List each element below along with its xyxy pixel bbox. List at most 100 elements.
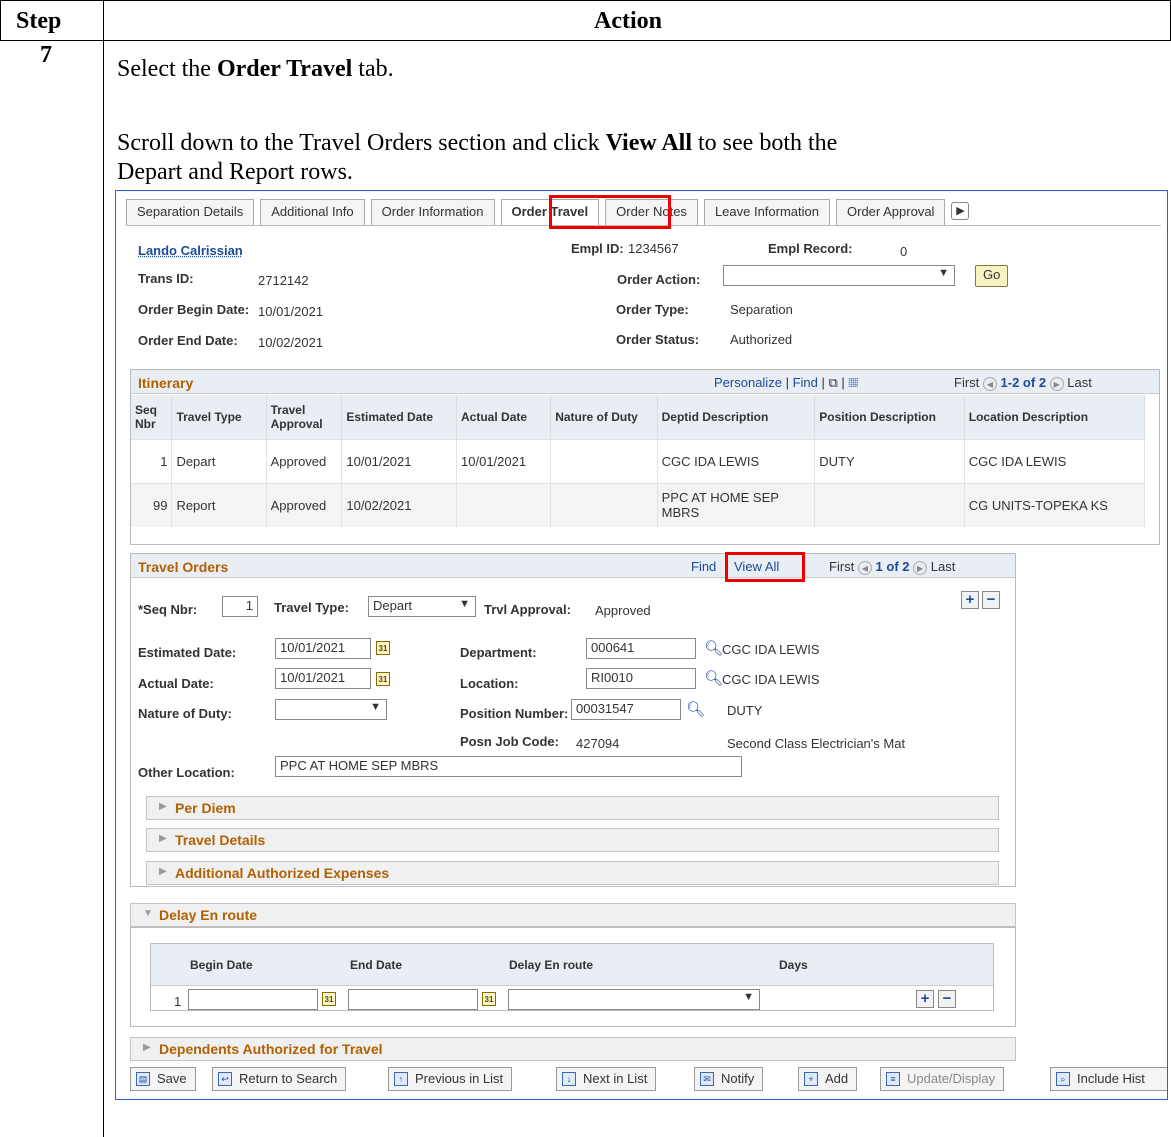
search-icon[interactable]: 🔍︎ <box>686 700 705 718</box>
itinerary-last[interactable]: Last <box>1067 375 1092 390</box>
other-location-input[interactable]: PPC AT HOME SEP MBRS <box>275 756 742 777</box>
tab-next-icon[interactable]: ▶ <box>951 202 970 220</box>
order-action-select[interactable]: ▼ <box>723 265 955 286</box>
travel-first[interactable]: First <box>829 559 854 574</box>
cell: Report <box>171 482 267 527</box>
travel-orders-pager: First ◀ 1 of 2 ▶ Last <box>829 559 955 575</box>
next-in-list-button[interactable]: ↓ Next in List <box>556 1067 657 1091</box>
search-icon[interactable]: 🔍︎ <box>704 639 723 657</box>
travel-orders-find-link[interactable]: Find <box>691 559 716 574</box>
update-display-button[interactable]: ≡ Update/Display <box>880 1067 1005 1091</box>
expand-icon: ▶ <box>159 866 167 877</box>
itinerary-find-link[interactable]: Find <box>793 375 818 390</box>
table-row[interactable]: 1 Depart Approved 10/01/2021 10/01/2021 … <box>131 438 1146 483</box>
expand-icon: ▶ <box>159 801 167 812</box>
order-status-label: Order Status: <box>616 332 700 347</box>
go-button[interactable]: Go <box>975 265 1009 287</box>
per-diem-section[interactable]: ▶ Per Diem <box>146 796 999 820</box>
delay-en-route-select[interactable]: ▼ <box>508 989 760 1010</box>
cell: 10/01/2021 <box>341 438 458 483</box>
return-to-search-button[interactable]: ↩ Return to Search <box>212 1067 347 1091</box>
delay-begin-date-input[interactable] <box>188 989 318 1010</box>
actual-date-label: Actual Date: <box>138 676 214 691</box>
dependents-section[interactable]: ▶ Dependents Authorized for Travel <box>130 1037 1016 1061</box>
col-seq-nbr: Seq Nbr <box>131 395 173 439</box>
cell: PPC AT HOME SEP MBRS <box>657 482 816 527</box>
itinerary-pager: First ◀ 1-2 of 2 ▶ Last <box>954 375 1092 391</box>
collapse-icon: ▼ <box>143 908 153 919</box>
cell: 10/02/2021 <box>341 482 458 527</box>
department-input[interactable]: 000641 <box>586 638 696 659</box>
col-travel-approval: Travel Approval <box>266 395 343 439</box>
posn-job-code-label: Posn Job Code: <box>460 734 559 749</box>
position-number-input[interactable]: 00031547 <box>571 699 681 720</box>
location-input[interactable]: RI0010 <box>586 668 696 689</box>
col-end-date: End Date <box>350 958 403 972</box>
cell: Approved <box>266 438 343 483</box>
prev-arrow-icon[interactable]: ◀ <box>857 560 872 575</box>
add-row-icon[interactable]: + <box>961 591 979 609</box>
col-actual-date: Actual Date <box>456 395 552 439</box>
delay-en-route-section[interactable]: ▼ Delay En route <box>130 903 1016 927</box>
order-end-value: 10/02/2021 <box>258 335 324 350</box>
seq-nbr-input[interactable]: 1 <box>222 596 258 617</box>
tab-separation-details[interactable]: Separation Details <box>126 199 255 225</box>
table-border-top <box>0 0 1171 1</box>
table-column-divider <box>103 0 104 1137</box>
travel-details-section[interactable]: ▶ Travel Details <box>146 828 999 852</box>
cell <box>550 438 658 483</box>
actual-date-input[interactable]: 10/01/2021 <box>275 668 371 689</box>
cell: 99 <box>131 482 173 527</box>
delete-row-icon[interactable]: − <box>982 591 1000 609</box>
notify-icon: ✉ <box>700 1072 714 1086</box>
additional-expenses-section[interactable]: ▶ Additional Authorized Expenses <box>146 861 999 885</box>
employee-name[interactable]: Lando Calrissian <box>138 243 243 258</box>
cell <box>456 482 552 527</box>
cell <box>814 482 965 527</box>
next-arrow-icon[interactable]: ▶ <box>1049 376 1064 391</box>
save-button[interactable]: ▤ Save <box>130 1067 196 1091</box>
notify-button[interactable]: ✉ Notify <box>694 1067 764 1091</box>
empl-id-label: Empl ID: <box>571 241 624 256</box>
add-row-icon[interactable]: + <box>916 990 934 1008</box>
nature-of-duty-select[interactable]: ▼ <box>275 699 387 720</box>
travel-type-select[interactable]: Depart ▼ <box>368 596 476 617</box>
next-arrow-icon[interactable]: ▶ <box>913 560 928 575</box>
trvl-approval-label: Trvl Approval: <box>484 602 571 617</box>
expand-icon: ▶ <box>159 833 167 844</box>
other-location-label: Other Location: <box>138 765 235 780</box>
save-icon: ▤ <box>136 1072 150 1086</box>
cell: DUTY <box>814 438 965 483</box>
include-history-button[interactable]: ⌕ Include Hist <box>1050 1067 1167 1091</box>
zoom-icon[interactable]: ⧉ <box>828 375 837 390</box>
col-begin-date: Begin Date <box>190 958 253 972</box>
search-icon[interactable]: 🔍︎ <box>704 669 723 687</box>
travel-last[interactable]: Last <box>931 559 956 574</box>
previous-in-list-button[interactable]: ↑ Previous in List <box>388 1067 513 1091</box>
tab-additional-info[interactable]: Additional Info <box>260 199 365 225</box>
cell: CGC IDA LEWIS <box>657 438 816 483</box>
tab-order-approval[interactable]: Order Approval <box>836 199 946 225</box>
delay-end-date-input[interactable] <box>348 989 478 1010</box>
download-grid-icon[interactable]: ▦ <box>848 375 858 390</box>
travel-range: 1 of 2 <box>875 559 910 574</box>
tab-leave-information[interactable]: Leave Information <box>703 199 831 225</box>
trans-id-value: 2712142 <box>258 273 309 288</box>
delete-row-icon[interactable]: − <box>938 990 956 1008</box>
cell: Approved <box>266 482 343 527</box>
estimated-date-input[interactable]: 10/01/2021 <box>275 638 371 659</box>
cell: Depart <box>171 438 267 483</box>
order-status-value: Authorized <box>730 332 793 347</box>
calendar-icon[interactable]: 31 <box>482 992 496 1006</box>
add-button[interactable]: + Add <box>798 1067 858 1091</box>
prev-arrow-icon[interactable]: ◀ <box>982 376 997 391</box>
personalize-link[interactable]: Personalize <box>714 375 782 390</box>
header-action: Action <box>594 8 662 34</box>
calendar-icon[interactable]: 31 <box>376 672 390 686</box>
itinerary-first[interactable]: First <box>954 375 979 390</box>
tab-order-information[interactable]: Order Information <box>370 199 495 225</box>
travel-orders-title: Travel Orders <box>138 559 229 575</box>
calendar-icon[interactable]: 31 <box>376 641 390 655</box>
calendar-icon[interactable]: 31 <box>322 992 336 1006</box>
table-row[interactable]: 99 Report Approved 10/02/2021 PPC AT HOM… <box>131 482 1146 527</box>
